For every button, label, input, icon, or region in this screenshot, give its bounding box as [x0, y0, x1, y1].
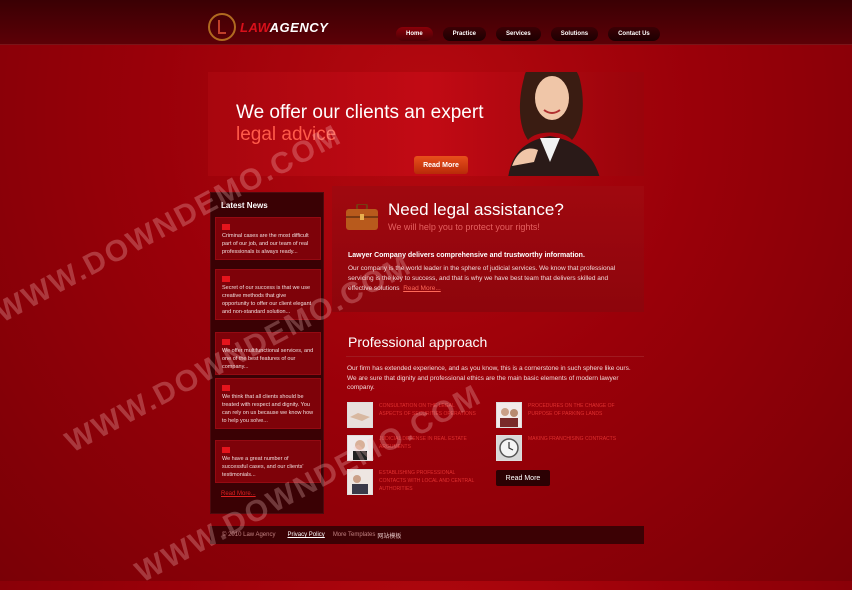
news-item[interactable]: We have a great number of successful cas… [215, 440, 321, 483]
date-badge [222, 384, 230, 391]
logo-text: LAWAGENCY [240, 19, 329, 35]
hero-banner: We offer our clients an expert legal adv… [208, 72, 644, 176]
service-item[interactable]: Procedures on the change of purpose of p… [496, 402, 628, 428]
news-item[interactable]: Criminal cases are the most difficult pa… [215, 217, 321, 260]
handshake-photo-icon [347, 402, 373, 428]
service-item[interactable]: Consultation on the legal aspects of sec… [347, 402, 479, 428]
assistance-lead: Lawyer Company delivers comprehensive an… [348, 252, 585, 259]
hero-read-more-button[interactable]: Read More [414, 156, 468, 174]
service-item[interactable]: Judicial defense in real estate argument… [347, 435, 479, 461]
people-photo-icon [496, 402, 522, 428]
service-item[interactable]: Establishing professional contacts with … [347, 469, 479, 495]
briefcase-icon [346, 204, 378, 230]
legal-assistance-panel: Need legal assistance? We will help you … [332, 186, 644, 312]
date-badge [222, 223, 230, 230]
service-item[interactable]: Making franchising contracts [496, 435, 628, 461]
news-item[interactable]: We offer multifunctional services, and o… [215, 332, 321, 375]
latest-news-panel: Latest News Criminal cases are the most … [210, 192, 324, 514]
nav-services[interactable]: Services [496, 27, 541, 41]
lawyer-photo-icon [347, 435, 373, 461]
approach-title: Professional approach [348, 334, 488, 350]
nav-practice[interactable]: Practice [442, 27, 487, 41]
assistance-body: Our company is the world leader in the s… [348, 265, 616, 292]
assistance-read-more-link[interactable]: Read More... [403, 285, 441, 292]
laurel-logo-icon [208, 13, 236, 41]
approach-body: Our firm has extended experience, and as… [347, 365, 631, 391]
news-title: Latest News [221, 201, 268, 210]
businesswoman-photo [508, 72, 600, 176]
assistance-subtitle: We will help you to protect your rights! [388, 222, 540, 232]
date-badge [222, 446, 230, 453]
privacy-policy-link[interactable]: Privacy Policy [287, 532, 324, 538]
nav-solutions[interactable]: Solutions [550, 27, 599, 41]
approach-read-more-button[interactable]: Read More [496, 470, 550, 486]
divider [346, 356, 644, 357]
main-nav: Home Practice Services Solutions Contact… [396, 27, 660, 41]
clock-photo-icon [496, 435, 522, 461]
footer: © 2010 Law Agency Privacy Policy More Te… [210, 526, 644, 544]
logo[interactable]: LAWAGENCY [208, 12, 328, 42]
news-read-more-link[interactable]: Read More... [221, 491, 256, 497]
assistance-title: Need legal assistance? [388, 200, 564, 219]
copyright: © 2010 Law Agency [222, 532, 276, 538]
date-badge [222, 338, 230, 345]
nav-contact-us[interactable]: Contact Us [608, 27, 660, 41]
news-item[interactable]: We think that all clients should be trea… [215, 378, 321, 429]
footer-link-cn[interactable]: 网站模板 [377, 531, 401, 540]
nav-home[interactable]: Home [396, 27, 433, 41]
news-item[interactable]: Secret of our success is that we use cre… [215, 269, 321, 320]
meeting-photo-icon [347, 469, 373, 495]
footer-link[interactable]: More Templates [333, 532, 376, 538]
date-badge [222, 275, 230, 282]
hero-headline: We offer our clients an expert [236, 102, 484, 123]
hero-headline-accent: legal advice [236, 124, 337, 145]
top-bar: LAWAGENCY Home Practice Services Solutio… [0, 0, 852, 45]
